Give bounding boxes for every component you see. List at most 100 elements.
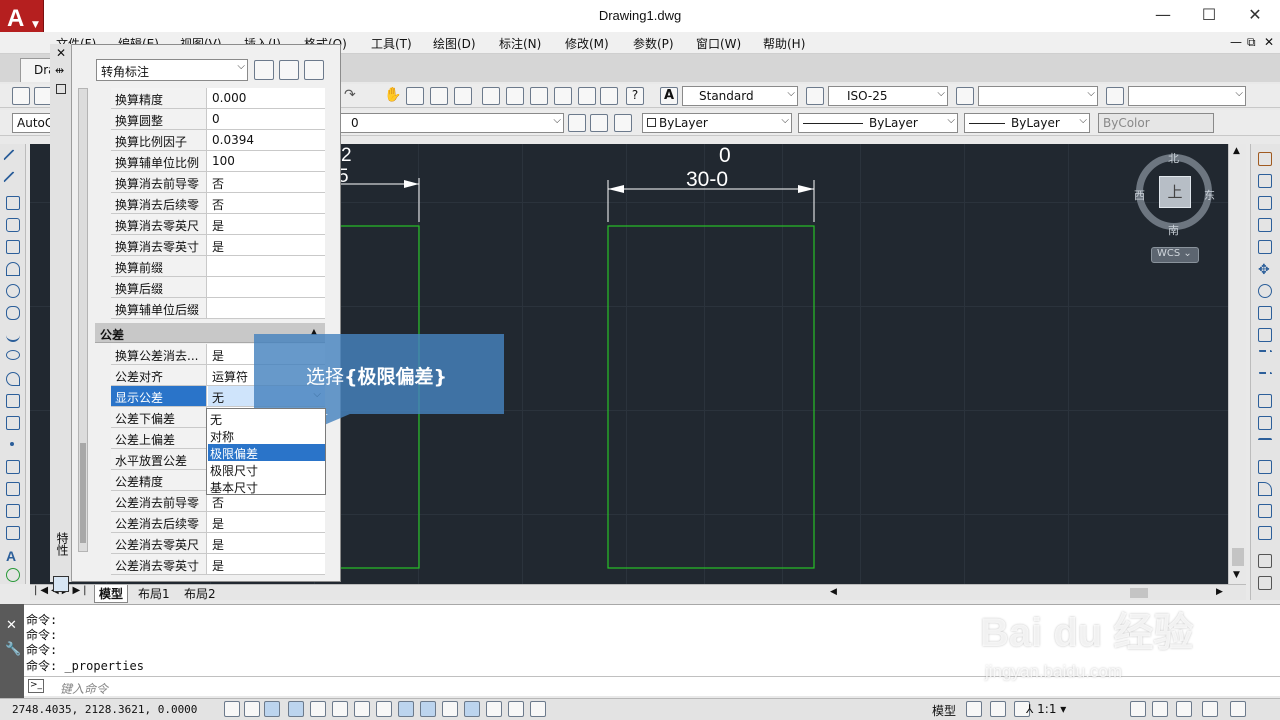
layer-previous-icon[interactable]	[590, 114, 608, 132]
command-window-handle[interactable]: ✕ 🔧	[0, 604, 24, 700]
array-icon[interactable]	[1258, 240, 1272, 254]
properties-icon[interactable]	[482, 87, 500, 105]
offset-icon[interactable]	[1258, 218, 1272, 232]
minimize-button[interactable]: —	[1140, 0, 1186, 30]
text-style-select[interactable]: Standard ⌵	[682, 86, 798, 106]
circle-icon[interactable]	[6, 284, 20, 298]
zoom-previous-icon[interactable]	[454, 87, 472, 105]
viewcube-east[interactable]: 东	[1204, 187, 1215, 203]
scale-icon[interactable]	[1258, 306, 1272, 320]
workspace-switching-icon[interactable]	[1130, 701, 1146, 717]
help-icon[interactable]: ?	[626, 87, 644, 105]
command-prompt-icon[interactable]: >_	[28, 679, 44, 693]
lock-ui-icon[interactable]	[1152, 701, 1168, 717]
text-style-icon[interactable]: A	[660, 87, 678, 105]
auto-hide-icon[interactable]: ⇹	[55, 64, 64, 77]
vertical-scrollbar[interactable]: ▲ ▼	[1228, 144, 1246, 584]
menu-help[interactable]: 帮助(H)	[763, 35, 805, 52]
draworder-back-icon[interactable]	[1258, 576, 1272, 590]
properties-scroll-thumb[interactable]	[80, 443, 86, 543]
menu-dimension[interactable]: 标注(N)	[499, 35, 541, 52]
polyline-icon[interactable]	[6, 196, 20, 210]
draworder-front-icon[interactable]	[1258, 554, 1272, 568]
property-row[interactable]: 换算精度 0.000	[111, 88, 325, 109]
isolate-objects-icon[interactable]	[1202, 701, 1218, 717]
sheet-set-icon[interactable]	[554, 87, 572, 105]
tab-layout2[interactable]: 布局2	[180, 585, 220, 602]
selection-cycling-icon[interactable]	[508, 701, 524, 717]
property-row[interactable]: 换算后缀	[111, 277, 325, 298]
quick-view-layouts-icon[interactable]	[966, 701, 982, 717]
property-row[interactable]: 换算辅单位比例 100	[111, 151, 325, 172]
markup-icon[interactable]	[578, 87, 596, 105]
property-row[interactable]: 换算消去零英寸是	[111, 235, 325, 256]
property-row[interactable]: 换算圆整 0	[111, 109, 325, 130]
properties-title-strip[interactable]: ✕ ⇹ 特性	[50, 44, 72, 592]
object-type-select[interactable]: 转角标注 ⌵	[96, 59, 248, 81]
dim-style-select[interactable]: ISO-25 ⌵	[828, 86, 948, 106]
explode-icon[interactable]	[1258, 526, 1272, 540]
multileader-style-icon[interactable]	[1106, 87, 1124, 105]
calculator-icon[interactable]	[600, 87, 618, 105]
join-icon[interactable]	[1258, 438, 1272, 452]
new-icon[interactable]	[12, 87, 30, 105]
option-basic[interactable]: 基本尺寸	[208, 478, 325, 495]
workspace-select[interactable]: AutoC	[12, 113, 52, 133]
hatch-icon[interactable]	[6, 460, 20, 474]
ellipse-icon[interactable]	[6, 350, 20, 360]
break-at-point-icon[interactable]	[1258, 394, 1272, 408]
clean-screen-icon[interactable]	[1230, 701, 1246, 717]
select-objects-icon[interactable]	[279, 60, 299, 80]
menu-draw[interactable]: 绘图(D)	[433, 35, 476, 52]
menu-parametric[interactable]: 参数(P)	[633, 35, 674, 52]
hscroll-left-icon[interactable]: ◀	[830, 587, 837, 597]
doc-restore-button[interactable]: ⧉	[1247, 35, 1256, 50]
dim-style-icon[interactable]	[806, 87, 824, 105]
properties-scrollbar[interactable]	[78, 88, 88, 552]
option-limits[interactable]: 极限尺寸	[208, 461, 325, 478]
add-selected-icon[interactable]	[6, 568, 20, 582]
doc-close-button[interactable]: ✕	[1264, 35, 1274, 49]
property-row[interactable]: 换算辅单位后缀	[111, 298, 325, 319]
viewcube-top-face[interactable]: 上	[1159, 176, 1191, 208]
property-row[interactable]: 公差消去零英尺是	[111, 533, 325, 554]
table-style-icon[interactable]	[956, 87, 974, 105]
plotstyle-select[interactable]: ByColor	[1098, 113, 1214, 133]
polygon-icon[interactable]	[6, 218, 20, 232]
hscroll-thumb[interactable]	[1130, 588, 1148, 598]
ellipse-arc-icon[interactable]	[6, 372, 20, 386]
rectangle-icon[interactable]	[6, 240, 20, 254]
line-icon[interactable]	[3, 149, 23, 169]
maximize-button[interactable]: ☐	[1186, 0, 1232, 30]
viewcube-north[interactable]: 北	[1168, 150, 1179, 166]
chamfer-icon[interactable]	[1258, 460, 1272, 474]
doc-minimize-button[interactable]: —	[1230, 35, 1242, 49]
blend-curves-icon[interactable]	[1258, 504, 1272, 518]
tab-drawing1[interactable]: Dra	[20, 58, 56, 82]
transparency-icon[interactable]	[464, 701, 480, 717]
point-icon[interactable]	[10, 442, 14, 446]
property-row[interactable]: 公差消去零英寸是	[111, 554, 325, 575]
multileader-style-select[interactable]: ⌵	[1128, 86, 1246, 106]
toggle-pickadd-icon[interactable]	[254, 60, 274, 80]
rotate-icon[interactable]	[1258, 284, 1272, 298]
tab-layout1[interactable]: 布局1	[134, 585, 174, 602]
coordinates-readout[interactable]: 2748.4035, 2128.3621, 0.0000	[12, 703, 197, 716]
ortho-mode-icon[interactable]	[288, 701, 304, 717]
lineweight-select[interactable]: ByLayer ⌵	[964, 113, 1090, 133]
make-block-icon[interactable]	[6, 416, 20, 430]
quick-properties-icon[interactable]	[486, 701, 502, 717]
property-row[interactable]: 换算消去前导零否	[111, 172, 325, 193]
close-icon[interactable]: ✕	[56, 46, 66, 60]
color-select[interactable]: ByLayer ⌵	[642, 113, 792, 133]
layer-select[interactable]: 0 ⌵	[340, 113, 564, 133]
snap-tracking-icon[interactable]	[376, 701, 392, 717]
menu-modify[interactable]: 修改(M)	[565, 35, 609, 52]
properties-menu-icon[interactable]	[56, 84, 66, 94]
redo-icon[interactable]: ↷	[344, 87, 362, 105]
option-none[interactable]: 无	[208, 410, 325, 427]
break-icon[interactable]	[1258, 416, 1272, 430]
mirror-icon[interactable]	[1258, 196, 1272, 210]
dynamic-input-icon[interactable]	[420, 701, 436, 717]
option-deviation[interactable]: 极限偏差	[208, 444, 325, 461]
